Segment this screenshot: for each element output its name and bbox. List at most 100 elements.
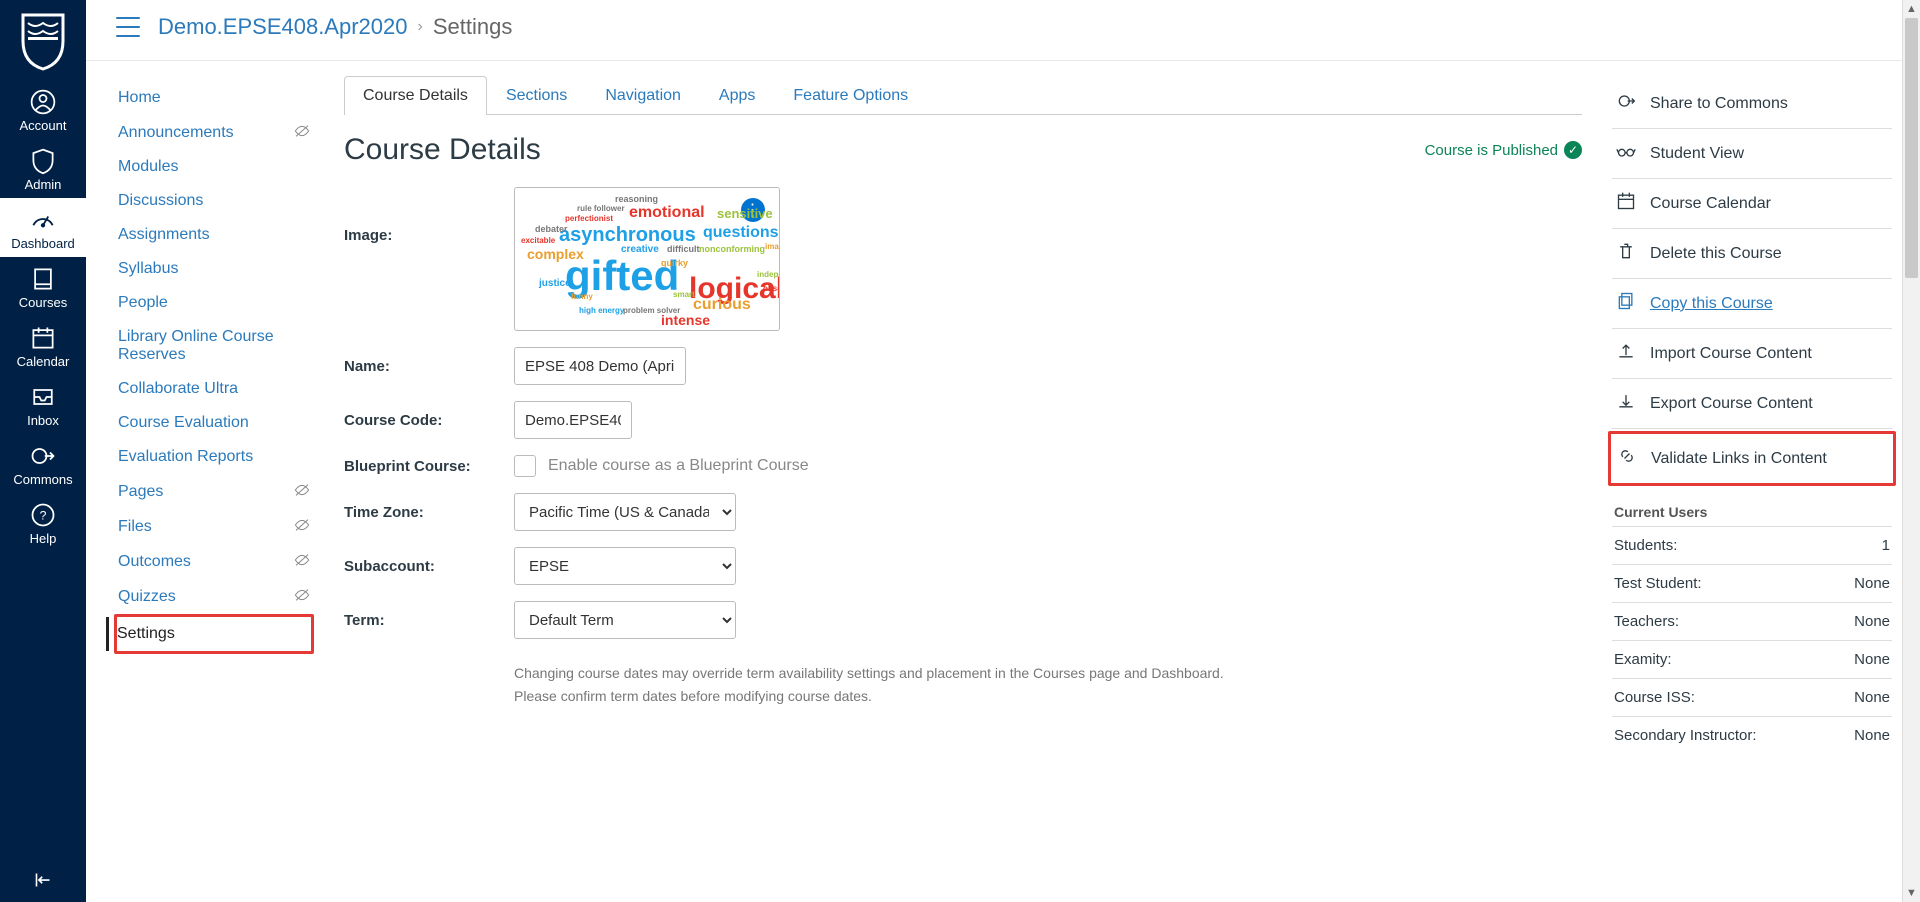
trash-icon — [1616, 241, 1636, 266]
hamburger-button[interactable] — [116, 17, 140, 37]
breadcrumb-course-link[interactable]: Demo.EPSE408.Apr2020 — [158, 14, 408, 40]
tab-apps[interactable]: Apps — [700, 76, 774, 115]
sidebar-action[interactable]: Export Course Content — [1612, 379, 1892, 429]
course-nav-item-label: Pages — [118, 483, 163, 501]
sidebar-action[interactable]: Course Calendar — [1612, 179, 1892, 229]
users-row-value: None — [1854, 727, 1890, 744]
nav-inbox[interactable]: Inbox — [0, 375, 86, 434]
blueprint-checkbox[interactable] — [514, 455, 536, 477]
settings-tabs: Course Details Sections Navigation Apps … — [344, 75, 1582, 115]
course-nav-item[interactable]: Evaluation Reports — [114, 440, 314, 474]
label-term: Term: — [344, 612, 514, 629]
tab-course-details[interactable]: Course Details — [344, 76, 487, 115]
course-nav-item[interactable]: Home — [114, 81, 314, 115]
course-nav-item[interactable]: Files — [114, 509, 314, 544]
nav-calendar[interactable]: Calendar — [0, 316, 86, 375]
commons-icon — [1616, 91, 1636, 116]
nav-commons-label: Commons — [13, 472, 72, 487]
nav-admin[interactable]: Admin — [0, 139, 86, 198]
course-nav-item[interactable]: Library Online Course Reserves — [114, 320, 314, 372]
course-nav-item-label: Announcements — [118, 124, 234, 142]
date-hint-1: Changing course dates may override term … — [514, 663, 1582, 684]
sidebar-action-label: Export Course Content — [1650, 395, 1813, 413]
nav-dashboard[interactable]: Dashboard — [0, 198, 86, 257]
course-image-box: ⋮ giftedlogicalasynchronousemotionalques… — [514, 187, 780, 331]
sidebar-action[interactable]: Validate Links in Content — [1608, 431, 1896, 486]
label-subaccount: Subaccount: — [344, 558, 514, 575]
sidebar-action[interactable]: Share to Commons — [1612, 79, 1892, 129]
svg-text:?: ? — [40, 508, 47, 522]
shield-icon — [29, 147, 57, 175]
label-blueprint: Blueprint Course: — [344, 458, 514, 475]
course-nav-item[interactable]: Assignments — [114, 218, 314, 252]
sidebar-action[interactable]: Copy this Course — [1612, 279, 1892, 329]
nav-courses[interactable]: Courses — [0, 257, 86, 316]
course-nav-item[interactable]: Settings — [106, 617, 271, 651]
users-row-label: Course ISS: — [1614, 689, 1695, 706]
wordcloud-word: complex — [527, 246, 584, 262]
scroll-thumb[interactable] — [1905, 18, 1918, 278]
inbox-icon — [29, 383, 57, 411]
sidebar-action-label: Share to Commons — [1650, 95, 1788, 113]
course-code-input[interactable] — [514, 401, 632, 439]
sidebar-action[interactable]: Import Course Content — [1612, 329, 1892, 379]
hidden-eye-icon — [294, 123, 310, 142]
course-nav-item-label: Library Online Course Reserves — [118, 328, 310, 364]
users-row: Test Student:None — [1612, 564, 1892, 602]
course-nav-item[interactable]: Quizzes — [114, 579, 314, 614]
ubc-logo[interactable] — [18, 12, 68, 70]
course-nav-item[interactable]: Syllabus — [114, 252, 314, 286]
scroll-up-button[interactable]: ▲ — [1903, 0, 1920, 18]
nav-admin-label: Admin — [25, 177, 62, 192]
blueprint-label-text: Enable course as a Blueprint Course — [548, 457, 809, 475]
wordcloud-word: sensitive — [717, 206, 773, 221]
wordcloud-word: rule follower — [577, 204, 625, 213]
wordcloud-word: excitable — [521, 236, 555, 245]
download-icon — [1616, 391, 1636, 416]
sidebar-action[interactable]: Student View — [1612, 129, 1892, 179]
term-select[interactable]: Default Term — [514, 601, 736, 639]
course-nav-item[interactable]: Discussions — [114, 184, 314, 218]
sidebar-action[interactable]: Delete this Course — [1612, 229, 1892, 279]
upload-icon — [1616, 341, 1636, 366]
course-nav-item[interactable]: People — [114, 286, 314, 320]
label-image: Image: — [344, 187, 514, 244]
users-row-value: None — [1854, 575, 1890, 592]
wordcloud-word: nonconforming — [699, 244, 765, 254]
nav-help-label: Help — [30, 531, 57, 546]
users-row-value: None — [1854, 613, 1890, 630]
page-title: Course Details — [344, 133, 541, 167]
wordcloud-word: debater — [535, 224, 568, 234]
nav-commons[interactable]: Commons — [0, 434, 86, 493]
user-circle-icon — [29, 88, 57, 116]
sidebar-action-label: Copy this Course — [1650, 295, 1773, 313]
scroll-down-button[interactable]: ▼ — [1903, 884, 1920, 902]
tab-sections[interactable]: Sections — [487, 76, 586, 115]
tab-feature-options[interactable]: Feature Options — [774, 76, 927, 115]
course-nav-item[interactable]: Collaborate Ultra — [114, 372, 314, 406]
timezone-select[interactable]: Pacific Time (US & Canada) (-0 — [514, 493, 736, 531]
settings-highlight-box: Settings — [114, 614, 314, 654]
course-name-input[interactable] — [514, 347, 686, 385]
subaccount-select[interactable]: EPSE — [514, 547, 736, 585]
course-nav-item[interactable]: Outcomes — [114, 544, 314, 579]
breadcrumb: Demo.EPSE408.Apr2020 › Settings — [158, 14, 512, 40]
course-nav-item-label: Syllabus — [118, 260, 178, 278]
nav-collapse[interactable] — [0, 858, 86, 902]
course-nav-item[interactable]: Announcements — [114, 115, 314, 150]
nav-account[interactable]: Account — [0, 80, 86, 139]
current-users-title: Current Users — [1614, 504, 1892, 520]
course-nav-item[interactable]: Modules — [114, 150, 314, 184]
collapse-icon — [30, 867, 56, 893]
tab-navigation[interactable]: Navigation — [586, 76, 700, 115]
course-image-wordcloud: giftedlogicalasynchronousemotionalquesti… — [521, 194, 773, 324]
course-nav-item[interactable]: Pages — [114, 474, 314, 509]
users-row: Course ISS:None — [1612, 678, 1892, 716]
nav-help[interactable]: ? Help — [0, 493, 86, 552]
nav-calendar-label: Calendar — [17, 354, 70, 369]
label-code: Course Code: — [344, 412, 514, 429]
users-row-label: Secondary Instructor: — [1614, 727, 1757, 744]
vertical-scrollbar[interactable]: ▲ ▼ — [1902, 0, 1920, 902]
sidebar-action-label: Validate Links in Content — [1651, 450, 1827, 468]
course-nav-item[interactable]: Course Evaluation — [114, 406, 314, 440]
